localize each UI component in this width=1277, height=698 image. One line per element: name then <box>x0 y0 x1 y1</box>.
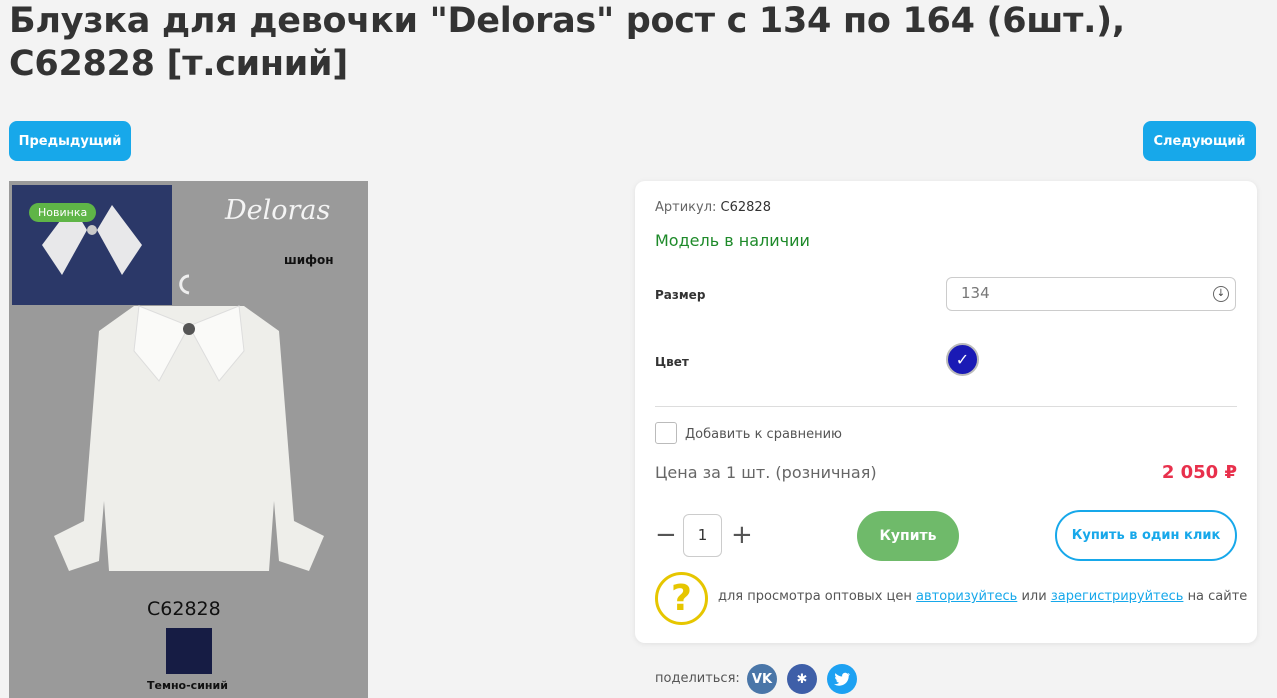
size-value: 134 <box>961 284 990 302</box>
quantity-decrease-button[interactable]: − <box>655 520 677 550</box>
divider <box>655 406 1237 407</box>
twitter-bird-icon <box>834 672 850 686</box>
brand-logo: Deloras <box>225 195 331 226</box>
sku-label: Артикул: <box>655 200 717 215</box>
or-text: или <box>1021 589 1047 604</box>
vk-share-icon[interactable]: VK <box>747 664 777 694</box>
wholesale-note: для просмотра оптовых цен авторизуйтесь … <box>718 589 1247 604</box>
compare-label[interactable]: Добавить к сравнению <box>685 427 842 442</box>
fabric-label: шифон <box>284 253 334 267</box>
wholesale-suffix: на сайте <box>1187 589 1248 604</box>
product-image[interactable]: Новинка Deloras шифон C62828 Темно-синий <box>9 181 368 698</box>
price-value: 2 050 ₽ <box>1161 462 1237 483</box>
new-badge: Новинка <box>29 203 97 222</box>
price-label: Цена за 1 шт. (розничная) <box>655 463 877 482</box>
product-page: Блузка для девочки "Deloras" рост с 134 … <box>0 0 1277 698</box>
purchase-card: Артикул: C62828 Модель в наличии Размер … <box>635 181 1257 643</box>
quantity-increase-button[interactable]: + <box>731 520 753 550</box>
quantity-input[interactable]: 1 <box>683 514 722 557</box>
size-select[interactable]: 134 ↓ <box>946 277 1236 311</box>
check-icon: ✓ <box>955 350 970 369</box>
buy-one-click-button[interactable]: Купить в один клик <box>1055 510 1237 561</box>
size-label: Размер <box>655 288 706 302</box>
blouse-illustration <box>54 274 324 571</box>
chevron-down-icon: ↓ <box>1213 286 1229 302</box>
product-code-label: C62828 <box>147 598 221 620</box>
share-label: поделиться: <box>655 671 740 686</box>
page-title: Блузка для девочки "Deloras" рост с 134 … <box>9 1 1125 84</box>
wholesale-prefix: для просмотра оптовых цен <box>718 589 912 604</box>
question-icon: ? <box>655 572 708 625</box>
buy-button[interactable]: Купить <box>857 511 959 561</box>
sku-value: C62828 <box>720 200 771 215</box>
twitter-share-icon[interactable] <box>827 664 857 694</box>
swatch-label: Темно-синий <box>147 679 228 692</box>
next-button[interactable]: Следующий <box>1143 121 1256 161</box>
stock-status: Модель в наличии <box>655 231 810 250</box>
color-label: Цвет <box>655 355 689 369</box>
odnoklassniki-share-icon[interactable]: ✱ <box>787 664 817 694</box>
color-swatch <box>166 628 212 674</box>
sku: Артикул: C62828 <box>655 200 771 215</box>
compare-checkbox[interactable] <box>655 422 677 444</box>
color-option-selected[interactable]: ✓ <box>946 343 979 376</box>
login-link[interactable]: авторизуйтесь <box>916 589 1017 604</box>
register-link[interactable]: зарегистрируйтесь <box>1051 589 1184 604</box>
previous-button[interactable]: Предыдущий <box>9 121 131 161</box>
